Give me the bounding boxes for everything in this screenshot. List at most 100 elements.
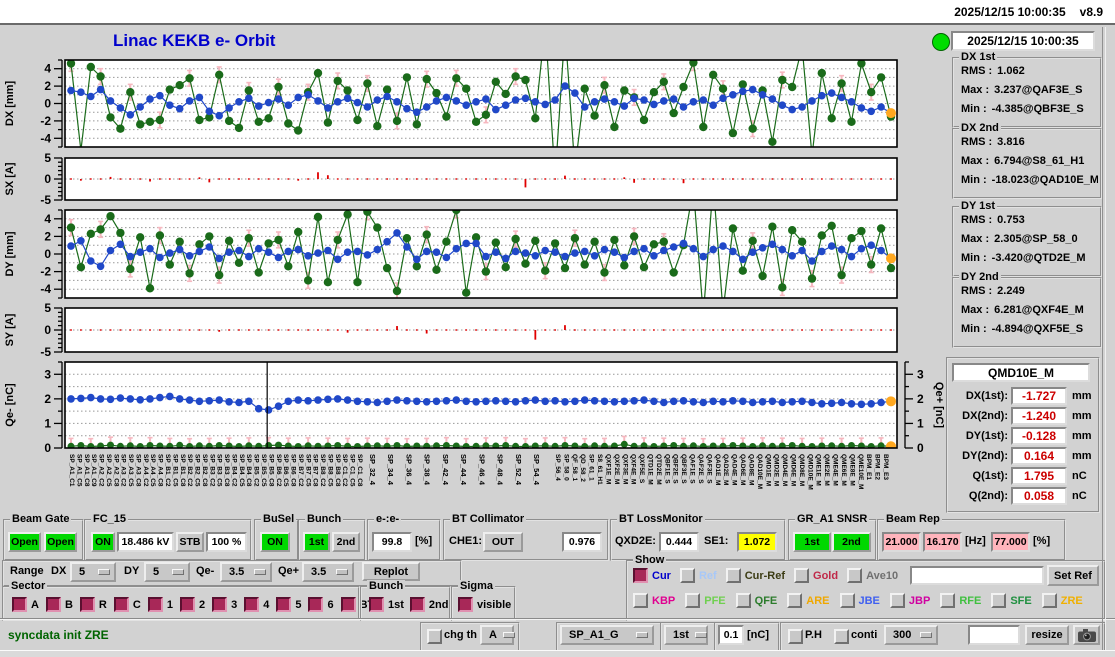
show-checkbox-PFE[interactable] bbox=[685, 593, 701, 608]
show-item-ZRE[interactable]: ZRE bbox=[1041, 593, 1083, 608]
svg-text:QAD2E_M: QAD2E_M bbox=[722, 454, 729, 485]
gr-a1-1st-button[interactable]: 1st bbox=[793, 532, 831, 552]
show-checkbox-Cur[interactable] bbox=[633, 568, 648, 583]
snapshot-button[interactable] bbox=[1073, 625, 1100, 645]
sector-item-5[interactable]: 5 bbox=[276, 597, 301, 612]
show-checkbox-ARE[interactable] bbox=[787, 593, 803, 608]
sigma-checkbox-visible[interactable] bbox=[458, 597, 473, 612]
ref-input[interactable] bbox=[910, 566, 1044, 585]
show-checkbox-JBP[interactable] bbox=[889, 593, 905, 608]
show-item-Ref[interactable]: Ref bbox=[679, 568, 717, 583]
beam-gate-open-button-2[interactable]: Open bbox=[44, 532, 77, 552]
sigma-item-visible[interactable]: visible bbox=[458, 597, 511, 612]
sector-label-A: A bbox=[31, 598, 39, 611]
sector-item-C[interactable]: C bbox=[113, 597, 141, 612]
show-item-Cur-Ref[interactable]: Cur-Ref bbox=[725, 568, 785, 583]
range-dy-select[interactable]: 5 bbox=[144, 562, 190, 582]
sector-checkbox-3[interactable] bbox=[212, 597, 228, 612]
min-value: -18.023@QAD10E_M bbox=[991, 174, 1098, 186]
sector-item-3[interactable]: 3 bbox=[212, 597, 237, 612]
sector-checkbox-6[interactable] bbox=[308, 597, 324, 612]
free-input[interactable] bbox=[968, 625, 1020, 645]
show-item-QFE[interactable]: QFE bbox=[735, 593, 777, 608]
bunch-select-checkbox-2nd[interactable] bbox=[409, 597, 425, 612]
bunch-select-item-2nd[interactable]: 2nd bbox=[409, 597, 448, 612]
range-qep-select[interactable]: 3.5 bbox=[302, 562, 354, 582]
svg-text:-2: -2 bbox=[40, 265, 51, 279]
show-item-RFE[interactable]: RFE bbox=[940, 593, 981, 608]
resize-button[interactable]: resize bbox=[1025, 625, 1069, 645]
sector-item-2[interactable]: 2 bbox=[179, 597, 205, 612]
gr-a1-2nd-button[interactable]: 2nd bbox=[832, 532, 871, 552]
svg-text:SP_B1_C8: SP_B1_C8 bbox=[179, 454, 186, 487]
svg-text:4: 4 bbox=[44, 212, 51, 226]
sector-checkbox-C[interactable] bbox=[113, 597, 129, 612]
show-checkbox-Cur-Ref[interactable] bbox=[725, 568, 741, 583]
show-item-Gold[interactable]: Gold bbox=[794, 568, 838, 583]
count-select[interactable]: 300 bbox=[884, 625, 938, 645]
svg-text:SP_B2_C8: SP_B2_C8 bbox=[201, 454, 208, 487]
show-checkbox-KBP[interactable] bbox=[633, 593, 648, 608]
sector-label-6: 6 bbox=[327, 598, 334, 611]
stats-group-dy-2nd: DY 2nd RMS : 2.249 Max : 6.281@QXF4E_M Min… bbox=[952, 271, 1102, 348]
sector-item-B[interactable]: B bbox=[45, 597, 73, 612]
sector-checkbox-5[interactable] bbox=[276, 597, 292, 612]
svg-text:SP_C1_C5: SP_C1_C5 bbox=[349, 454, 356, 487]
svg-text:QMD8E_M: QMD8E_M bbox=[798, 454, 805, 486]
show-checkbox-RFE[interactable] bbox=[940, 593, 956, 608]
show-checkbox-Ref[interactable] bbox=[679, 568, 695, 583]
show-item-PFE[interactable]: PFE bbox=[685, 593, 726, 608]
show-checkbox-SFE[interactable] bbox=[991, 593, 1007, 608]
show-checkbox-JBE[interactable] bbox=[839, 593, 855, 608]
show-checkbox-Ave10[interactable] bbox=[847, 568, 863, 583]
show-checkbox-ZRE[interactable] bbox=[1041, 593, 1057, 608]
sector-item-1[interactable]: 1 bbox=[147, 597, 173, 612]
range-qem-select[interactable]: 3.5 bbox=[220, 562, 272, 582]
sector-item-A[interactable]: A bbox=[12, 597, 39, 612]
show-checkbox-QFE[interactable] bbox=[735, 593, 751, 608]
sp-monitor-select[interactable]: SP_A1_G bbox=[560, 625, 654, 645]
show-item-JBP[interactable]: JBP bbox=[889, 593, 930, 608]
show-item-SFE[interactable]: SFE bbox=[991, 593, 1032, 608]
threshold-input[interactable]: 0.1 bbox=[718, 625, 744, 645]
show-item-JBE[interactable]: JBE bbox=[839, 593, 880, 608]
replot-button[interactable]: Replot bbox=[362, 562, 420, 581]
sector-checkbox-2[interactable] bbox=[179, 597, 195, 612]
sector-item-6[interactable]: 6 bbox=[308, 597, 334, 612]
chg-th-select[interactable]: A bbox=[480, 625, 515, 645]
show-item-KBP[interactable]: KBP bbox=[633, 593, 675, 608]
bunch-2nd-button[interactable]: 2nd bbox=[332, 532, 360, 552]
sector-checkbox-1[interactable] bbox=[147, 597, 163, 612]
bunch-select-item-1st[interactable]: 1st bbox=[369, 597, 404, 612]
gr-a1-snsr-group: GR_A1 SNSR 1st 2nd bbox=[788, 513, 877, 561]
beam-gate-open-button-1[interactable]: Open bbox=[8, 532, 41, 552]
che1-out-button[interactable]: OUT bbox=[483, 532, 523, 552]
show-item-ARE[interactable]: ARE bbox=[787, 593, 830, 608]
sector-item-R[interactable]: R bbox=[79, 597, 107, 612]
statusbar-bunch-select[interactable]: 1st bbox=[664, 625, 708, 645]
show-item-Cur[interactable]: Cur bbox=[633, 568, 671, 583]
fc15-on-button[interactable]: ON bbox=[91, 532, 115, 552]
sector-item-4[interactable]: 4 bbox=[244, 597, 269, 612]
sector-checkbox-R[interactable] bbox=[79, 597, 95, 612]
conti-checkbox[interactable] bbox=[834, 629, 849, 644]
sector-checkbox-B[interactable] bbox=[45, 597, 61, 612]
bunch-select-checkbox-1st[interactable] bbox=[369, 597, 384, 612]
set-ref-button[interactable]: Set Ref bbox=[1047, 565, 1099, 586]
monitor-row-label: DX(2nd): bbox=[962, 410, 1008, 422]
sector-checkbox-4[interactable] bbox=[244, 597, 260, 612]
sector-checkbox-BT[interactable] bbox=[340, 597, 356, 612]
ph-checkbox[interactable] bbox=[788, 629, 803, 644]
svg-text:SP_B8_C2: SP_B8_C2 bbox=[319, 454, 326, 487]
sector-checkbox-A[interactable] bbox=[12, 597, 27, 612]
fc15-stb-button[interactable]: STB bbox=[176, 532, 204, 552]
range-dx-select[interactable]: 5 bbox=[70, 562, 116, 582]
busel-on-button[interactable]: ON bbox=[260, 532, 290, 552]
show-item-Ave10[interactable]: Ave10 bbox=[847, 568, 898, 583]
chg-th-checkbox[interactable] bbox=[427, 629, 442, 644]
show-checkbox-Gold[interactable] bbox=[794, 568, 810, 583]
svg-text:SP_A3_C2: SP_A3_C2 bbox=[120, 454, 127, 487]
svg-text:0: 0 bbox=[917, 441, 924, 455]
bunch-1st-button[interactable]: 1st bbox=[303, 532, 330, 552]
svg-text:QAD6E_M: QAD6E_M bbox=[739, 454, 746, 485]
